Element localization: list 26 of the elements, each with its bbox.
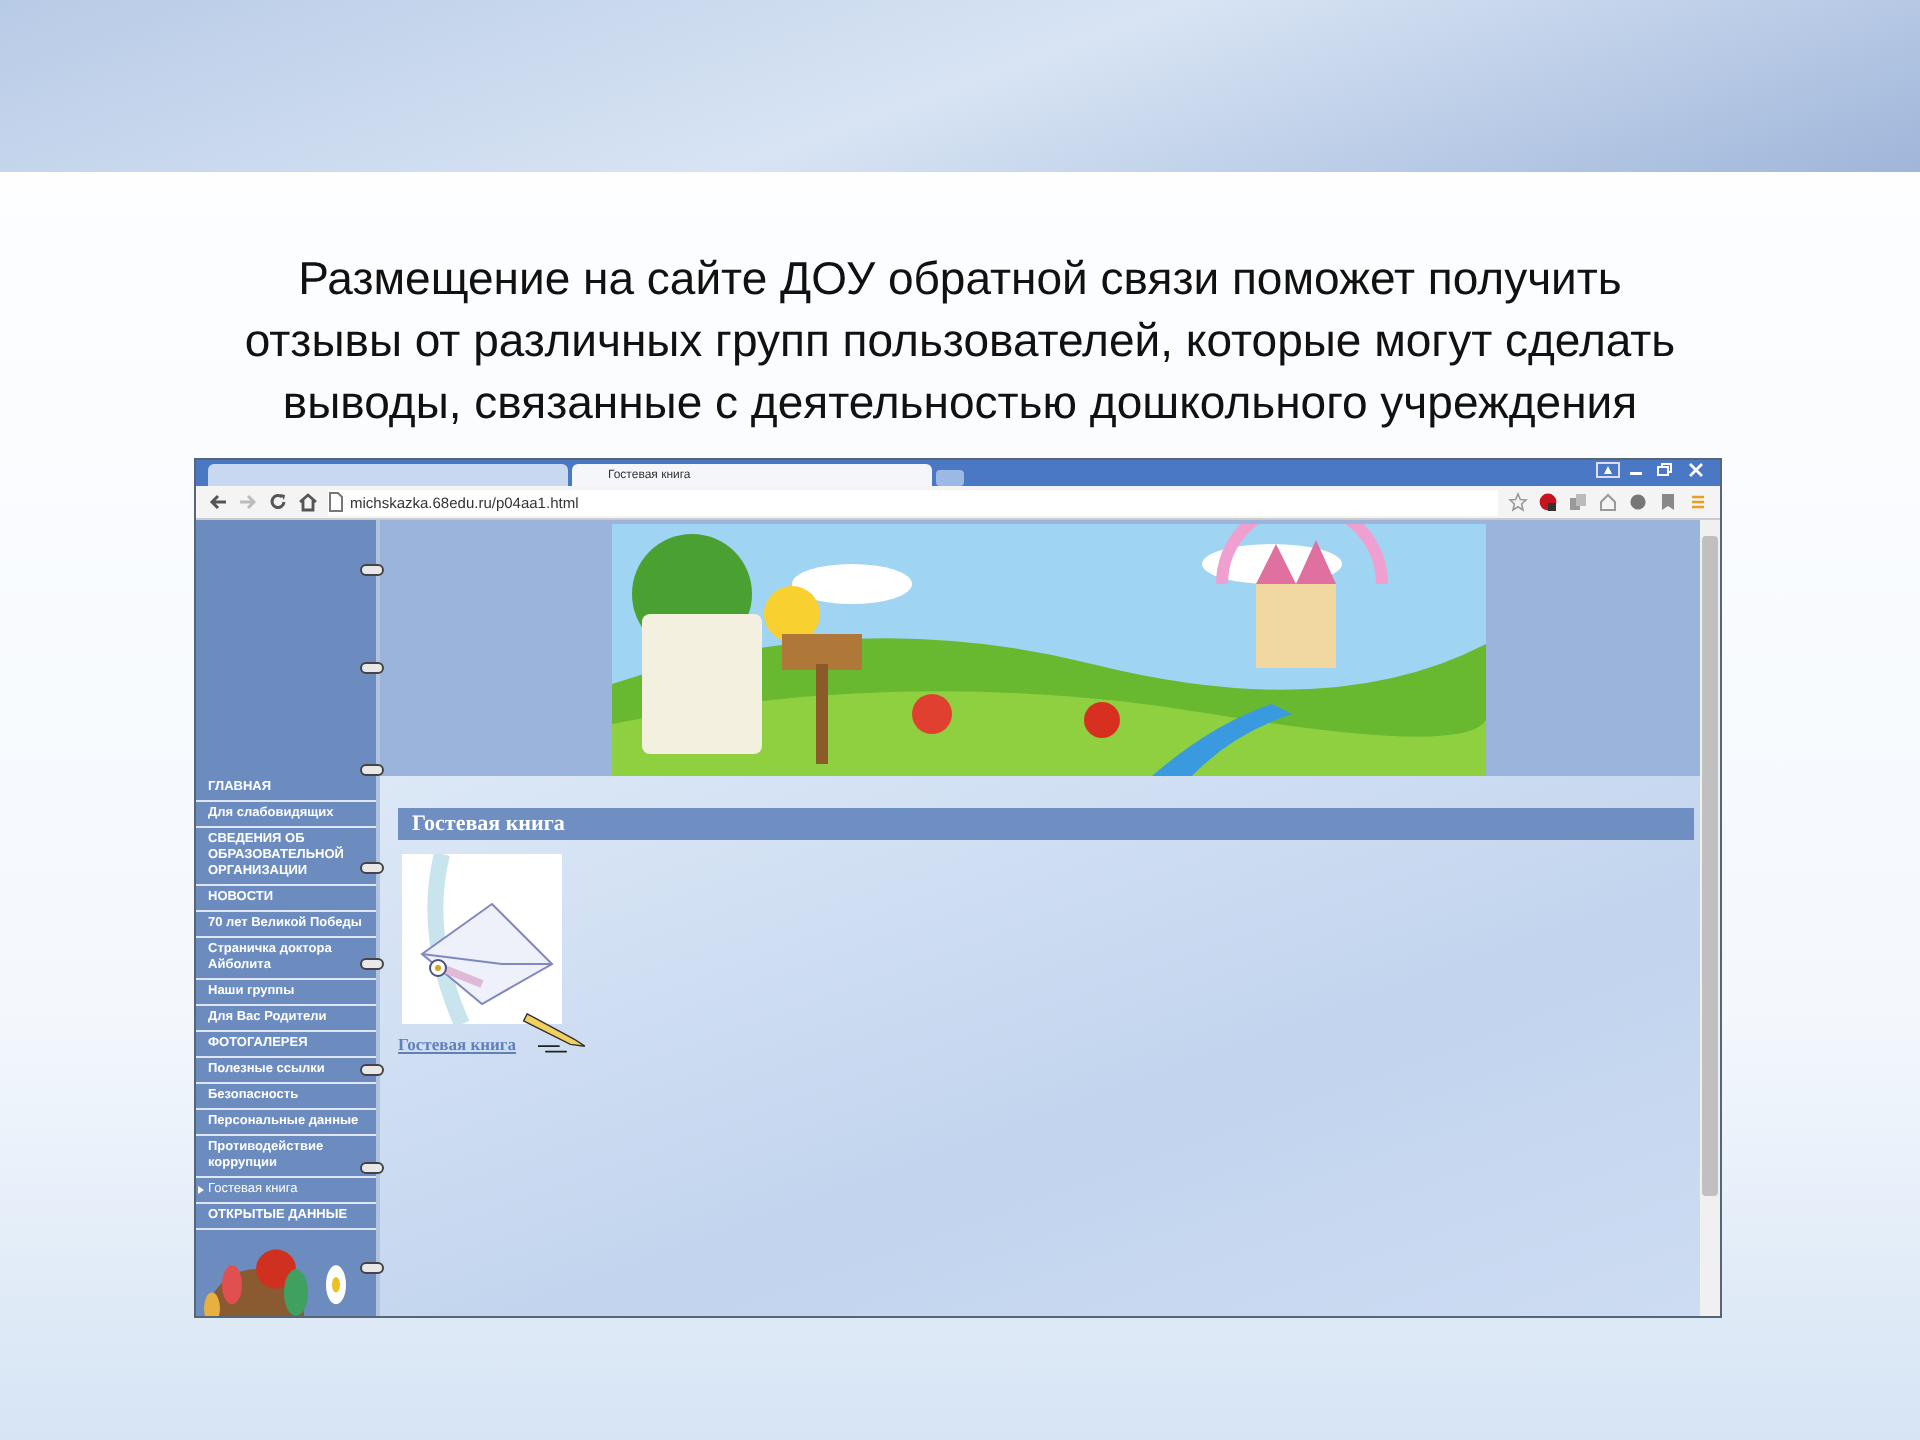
scrollbar[interactable] [1700, 520, 1720, 1316]
scrollbar-thumb[interactable] [1702, 536, 1718, 1196]
copy-icon[interactable] [1568, 492, 1588, 512]
back-icon[interactable] [208, 492, 228, 512]
house-icon[interactable] [1598, 492, 1618, 512]
ring-icon [360, 958, 384, 970]
forward-icon[interactable] [238, 492, 258, 512]
new-tab-button[interactable] [936, 470, 964, 486]
page-icon [328, 492, 344, 512]
ring-icon [360, 1262, 384, 1274]
guestbook-link[interactable]: Гостевая книга [398, 1034, 516, 1054]
home-icon[interactable] [298, 492, 318, 512]
bookmark-icon[interactable] [1658, 492, 1678, 512]
ring-icon [360, 1064, 384, 1076]
restore-icon[interactable] [1652, 462, 1676, 478]
ring-icon [360, 662, 384, 674]
slide-title: Размещение на сайте ДОУ обратной связи поможет получить отзывы от различных групп пользователей, которые могут сделать выводы, связанные с деятельностью дошкольного учреждения [242, 250, 1678, 432]
star-icon[interactable] [1508, 492, 1528, 512]
extension-icon[interactable] [1538, 492, 1558, 512]
section-title: Гостевая книга [412, 812, 565, 836]
ring-icon [360, 1162, 384, 1174]
ring-icon [360, 764, 384, 776]
menu-icon[interactable] [1688, 492, 1708, 512]
ring-icon [360, 862, 384, 874]
ring-icon [360, 564, 384, 576]
reload-icon[interactable] [268, 492, 288, 512]
